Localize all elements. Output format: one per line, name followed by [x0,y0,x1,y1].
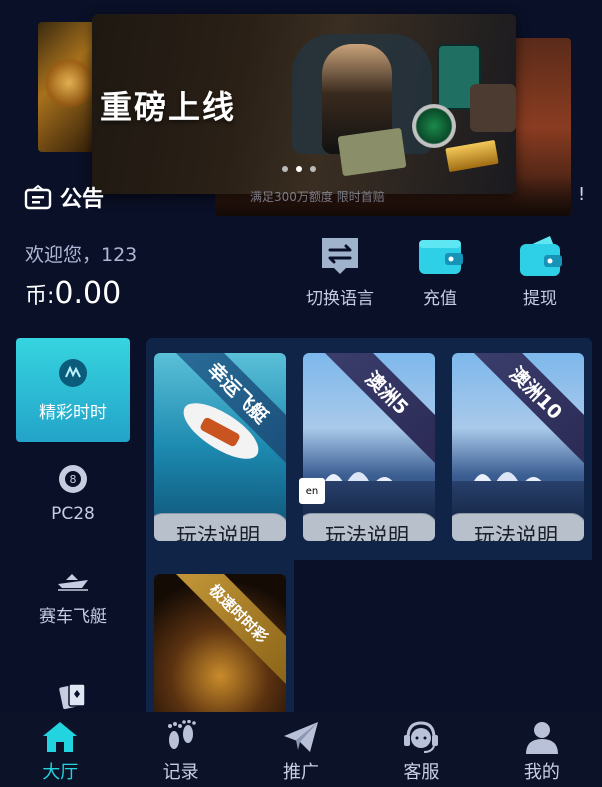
tab-customer-service[interactable]: 客服 [361,712,481,787]
category-label: 精彩时时 [39,402,107,423]
balance-display: 币:0.00 [25,276,121,311]
currency-label: 币: [25,284,55,309]
balance-value: 0.00 [54,276,122,311]
game-card-aus5[interactable]: 澳洲5 玩法说明 [303,353,435,541]
carousel-dot-active[interactable] [296,166,302,172]
game-card-speed-ssc[interactable]: 极速时时彩 [154,574,286,720]
user-icon [525,722,558,754]
recharge-button[interactable]: 充值 [390,234,490,309]
tab-mine[interactable]: 我的 [482,712,602,787]
category-label: PC28 [51,504,95,524]
notice-end-mark: ! [578,184,586,205]
headset-icon [404,721,439,753]
tab-records[interactable]: 记录 [120,712,240,787]
carousel-dot[interactable] [282,166,288,172]
category-item-pc28[interactable]: 8 PC28 [16,442,130,546]
tab-label: 我的 [523,762,560,783]
lottery-ball-icon [59,358,87,387]
rules-button[interactable]: 玩法说明 [154,513,286,541]
paper-plane-icon [284,722,319,752]
game-card-aus10[interactable]: 澳洲10 玩法说明 [452,353,584,541]
tab-label: 大厅 [42,762,79,783]
withdraw-label: 提现 [523,289,557,309]
cards-icon [59,683,86,710]
notice-text: 满足300万额度 限时首赔 [250,190,385,204]
svg-text:8: 8 [70,473,77,486]
rules-button[interactable]: 玩法说明 [452,513,584,541]
home-icon [43,722,78,752]
switch-language-label: 切换语言 [306,289,374,309]
switch-language-icon [322,238,358,274]
tab-promote[interactable]: 推广 [241,712,361,787]
game-card-lucky-boat[interactable]: 幸运飞艇 玩法说明 [154,353,286,541]
notice-bar[interactable]: 公告 [24,181,104,213]
switch-language-button[interactable]: 切换语言 [290,234,390,309]
category-label: 赛车飞艇 [39,606,107,627]
tab-label: 客服 [403,762,440,783]
withdraw-wallet-icon [520,236,562,276]
tab-label: 记录 [162,762,199,783]
wallet-icon [419,240,463,274]
rules-button[interactable]: 玩法说明 [303,513,435,541]
carousel-dot[interactable] [310,166,316,172]
banner-slide-current[interactable]: 重磅上线 [92,14,516,194]
carousel-dots[interactable] [282,166,316,172]
tab-lobby[interactable]: 大厅 [0,712,120,787]
quick-actions: 切换语言 充值 提现 [290,234,590,309]
withdraw-button[interactable]: 提现 [490,234,590,309]
notice-icon [24,184,52,210]
recharge-label: 充值 [423,289,457,309]
game-grid: 幸运飞艇 玩法说明 澳洲5 玩法说明 澳洲10 玩法说明 [146,338,592,560]
bottom-tab-bar: 大厅 记录 推广 客服 我的 [0,712,602,787]
notice-label: 公告 [60,187,105,212]
footprint-icon [167,720,196,749]
category-item-racing[interactable]: 赛车飞艇 [16,546,130,650]
billiard-8-icon: 8 [59,465,87,493]
banner-headline: 重磅上线 [100,88,237,126]
welcome-text: 欢迎您，123 [25,244,138,266]
tab-label: 推广 [283,762,320,783]
translate-badge[interactable]: en [299,478,325,504]
category-item-active[interactable]: 精彩时时 [16,338,130,442]
speedboat-icon [58,573,88,591]
game-grid-row-2: 极速时时彩 [146,560,294,720]
